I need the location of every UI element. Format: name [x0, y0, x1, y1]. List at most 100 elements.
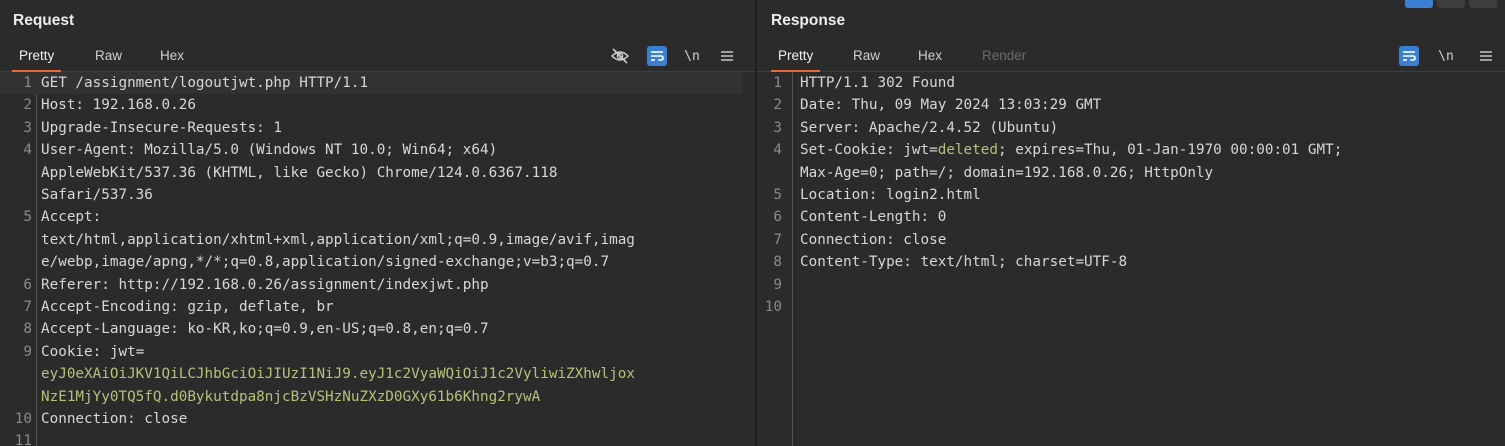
- response-editor[interactable]: 1 HTTP/1.1 302 Found 2 Date: Thu, 09 May 20…: [757, 72, 1505, 446]
- request-code-line: 11: [0, 430, 743, 446]
- request-tab-raw[interactable]: Raw: [95, 48, 122, 71]
- line-segment: GET /assignment/logoutjwt.php HTTP/1.1: [41, 75, 369, 91]
- line-segment: e/webp,image/apng,*/*;q=0.8,application/…: [41, 254, 610, 271]
- token-value: deleted: [937, 142, 998, 159]
- hamburger-menu-icon[interactable]: [1475, 45, 1497, 67]
- layout-buttons: [1405, 0, 1505, 8]
- request-code-line: 6 Referer: http://192.168.0.26/assignment…: [0, 274, 743, 296]
- line-text: e/webp,image/apng,*/*;q=0.8,application/…: [41, 251, 609, 273]
- line-text: Set-Cookie: jwt=deleted; expires=Thu, 01…: [800, 139, 1342, 161]
- response-code-line: 7 Connection: close: [757, 229, 1493, 251]
- line-segment: Set-Cookie: jwt=: [800, 142, 938, 159]
- response-code-line: 3 Server: Apache/2.4.52 (Ubuntu): [757, 117, 1493, 139]
- line-number: 8: [773, 254, 782, 271]
- line-text: GET /assignment/logoutjwt.php HTTP/1.1: [41, 72, 368, 94]
- request-tab-hex[interactable]: Hex: [160, 48, 184, 71]
- line-text: Cookie: jwt=: [41, 341, 144, 363]
- request-code-line: 5 Accept:: [0, 206, 743, 228]
- line-number: 1: [23, 75, 32, 91]
- line-text: Accept-Language: ko-KR,ko;q=0.9,en-US;q=…: [41, 318, 489, 340]
- token-value: NzE1MjYy0TQ5fQ.d0Bykutdpa8njcBzVSHzNuZXz…: [41, 388, 541, 405]
- request-tab-bar: Pretty Raw Hex \n: [0, 40, 755, 72]
- line-segment: Date: Thu, 09 May 2024 13:03:29 GMT: [800, 97, 1102, 114]
- line-text: Referer: http://192.168.0.26/assignment/…: [41, 274, 489, 296]
- line-number: 4: [23, 142, 32, 159]
- request-code-line: AppleWebKit/537.36 (KHTML, like Gecko) C…: [0, 162, 743, 184]
- response-code-line: 10: [757, 296, 1493, 318]
- request-pane: Request Pretty Raw Hex \n 1 GET /assignme…: [0, 0, 755, 446]
- request-code-line: 9 Cookie: jwt=: [0, 341, 743, 363]
- request-code-line: 7 Accept-Encoding: gzip, deflate, br: [0, 296, 743, 318]
- line-segment: Connection: close: [800, 231, 947, 248]
- line-segment: Content-Length: 0: [800, 209, 947, 226]
- response-title: Response: [771, 12, 846, 29]
- line-text: Connection: close: [41, 408, 187, 430]
- request-toolbar: \n: [605, 45, 755, 67]
- text-wrap-icon[interactable]: [1399, 46, 1419, 66]
- line-number: 9: [23, 343, 32, 360]
- line-text: Accept:: [41, 206, 101, 228]
- line-number: 6: [23, 276, 32, 293]
- response-tab-raw[interactable]: Raw: [853, 48, 880, 71]
- line-number: 5: [773, 187, 782, 203]
- response-tab-render[interactable]: Render: [982, 48, 1026, 71]
- line-text: text/html,application/xhtml+xml,applicat…: [41, 229, 635, 251]
- line-segment: Host: 192.168.0.26: [41, 97, 196, 114]
- response-code-line: 8 Content-Type: text/html; charset=UTF-8: [757, 251, 1493, 273]
- line-segment: ; expires=Thu, 01-Jan-1970 00:00:01 GMT;: [998, 142, 1343, 159]
- line-text: HTTP/1.1 302 Found: [800, 72, 955, 94]
- newline-toggle-icon[interactable]: \n: [681, 45, 703, 67]
- response-code-line: 9: [757, 274, 1493, 296]
- line-number: 5: [23, 209, 32, 226]
- line-number: 11: [14, 433, 32, 446]
- text-wrap-icon[interactable]: [647, 46, 667, 66]
- line-segment: Max-Age=0; path=/; domain=192.168.0.26; …: [800, 164, 1214, 181]
- line-number: 9: [773, 276, 782, 293]
- newline-toggle-icon[interactable]: \n: [1435, 45, 1457, 67]
- line-text: Server: Apache/2.4.52 (Ubuntu): [800, 117, 1058, 139]
- line-segment: Location: login2.html: [800, 187, 981, 203]
- line-segment: Safari/537.36: [41, 187, 153, 203]
- response-pane: Response Pretty Raw Hex Render \n 1HTTP: [757, 0, 1505, 446]
- line-number: 2: [23, 97, 32, 114]
- line-number: 10: [14, 411, 32, 427]
- line-number: 4: [773, 142, 782, 159]
- line-text: eyJ0eXAiOiJKV1QiLCJhbGciOiJIUzI1NiJ9.eyJ…: [41, 363, 635, 385]
- line-text: NzE1MjYy0TQ5fQ.d0Bykutdpa8njcBzVSHzNuZXz…: [41, 386, 540, 408]
- response-code-line: 6 Content-Length: 0: [757, 206, 1493, 228]
- line-segment: Referer: http://192.168.0.26/assignment/…: [41, 276, 489, 293]
- line-text: Location: login2.html: [800, 184, 981, 206]
- request-code-line: 1 GET /assignment/logoutjwt.php HTTP/1.1: [0, 72, 743, 95]
- hamburger-menu-icon[interactable]: [716, 45, 738, 67]
- response-code-line: 1 HTTP/1.1 302 Found: [757, 72, 1493, 94]
- line-segment: Server: Apache/2.4.52 (Ubuntu): [800, 119, 1059, 136]
- layout-tabs-icon[interactable]: [1469, 0, 1497, 8]
- http-message-viewer: Request Pretty Raw Hex \n 1 GET /assignme…: [0, 0, 1505, 446]
- line-segment: AppleWebKit/537.36 (KHTML, like Gecko) C…: [41, 164, 558, 181]
- request-code-line: 2 Host: 192.168.0.26: [0, 94, 743, 116]
- response-tab-hex[interactable]: Hex: [918, 48, 942, 71]
- line-number: 7: [23, 299, 32, 315]
- line-number: 10: [764, 299, 782, 315]
- eye-off-icon[interactable]: [609, 45, 631, 67]
- layout-side-by-side-icon[interactable]: [1405, 0, 1433, 8]
- response-code-line: Max-Age=0; path=/; domain=192.168.0.26; …: [757, 162, 1493, 184]
- line-number: 3: [23, 119, 32, 136]
- line-number: 2: [773, 97, 782, 114]
- line-text: AppleWebKit/537.36 (KHTML, like Gecko) C…: [41, 162, 557, 184]
- response-tab-pretty[interactable]: Pretty: [770, 48, 821, 72]
- request-code-line: 4 User-Agent: Mozilla/5.0 (Windows NT 10.…: [0, 139, 743, 161]
- request-editor[interactable]: 1 GET /assignment/logoutjwt.php HTTP/1.1 2…: [0, 72, 755, 446]
- line-number: 7: [773, 231, 782, 248]
- line-segment: Connection: close: [41, 411, 188, 427]
- response-code-line: 2 Date: Thu, 09 May 2024 13:03:29 GMT: [757, 94, 1493, 116]
- request-code-line: text/html,application/xhtml+xml,applicat…: [0, 229, 743, 251]
- line-text: Content-Length: 0: [800, 206, 946, 228]
- line-text: Host: 192.168.0.26: [41, 94, 196, 116]
- line-number: 3: [773, 119, 782, 136]
- request-tab-pretty[interactable]: Pretty: [11, 48, 62, 72]
- line-text: Content-Type: text/html; charset=UTF-8: [800, 251, 1127, 273]
- line-segment: User-Agent: Mozilla/5.0 (Windows NT 10.0…: [41, 142, 498, 159]
- line-segment: Cookie: jwt=: [41, 343, 145, 360]
- layout-stacked-icon[interactable]: [1437, 0, 1465, 8]
